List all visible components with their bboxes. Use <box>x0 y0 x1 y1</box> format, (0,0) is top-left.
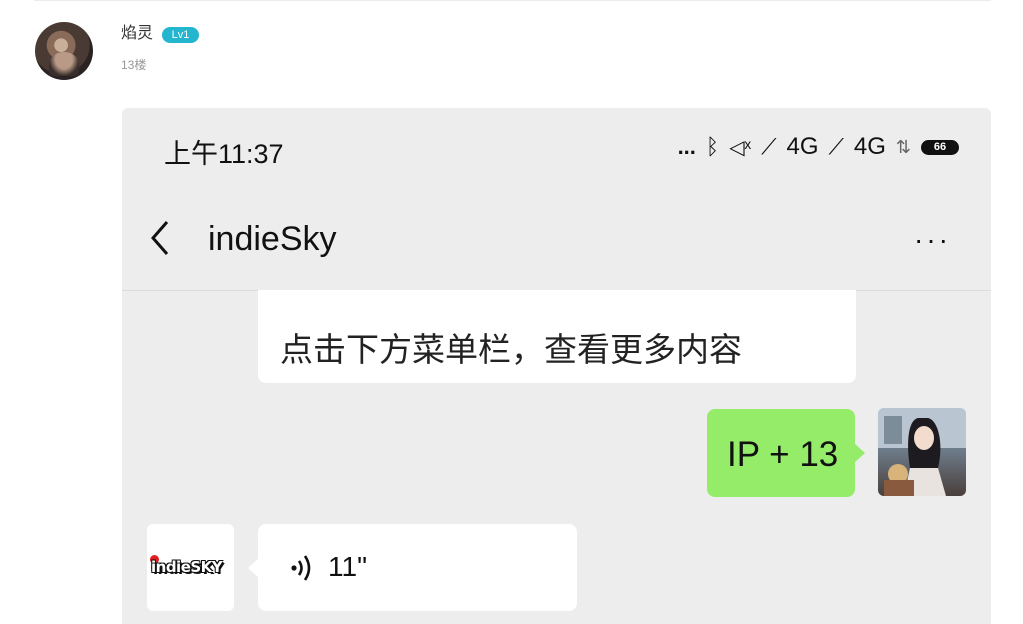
system-message-text: 点击下方菜单栏，查看更多内容 <box>280 331 742 368</box>
more-options-icon[interactable]: ··· <box>914 226 951 254</box>
floor-number: 13楼 <box>121 58 147 72</box>
top-divider <box>34 0 991 1</box>
chat-screenshot: 上午11:37 ... ᛒ ◁ˣ ⟋ 4G ⟋ 4G ⇅ 66 indieSky… <box>122 108 991 624</box>
sender-avatar-art <box>878 408 966 496</box>
sender-avatar[interactable] <box>878 408 966 496</box>
chat-title: indieSky <box>208 220 337 258</box>
network-4g-label-2: 4G <box>853 133 886 160</box>
system-message-bubble: 点击下方菜单栏，查看更多内容 <box>258 290 856 383</box>
status-time: 上午11:37 <box>164 139 284 169</box>
username[interactable]: 焰灵 <box>121 24 153 44</box>
sent-message-text: IP + 13 <box>727 435 839 474</box>
network-4g-label: 4G <box>786 133 819 160</box>
more-dots-icon: ... <box>677 134 696 159</box>
bot-avatar[interactable]: indieSKY <box>147 524 234 611</box>
bot-logo: indieSKY <box>151 558 223 576</box>
data-arrows-icon: ⇅ <box>895 136 911 157</box>
voice-message-bubble[interactable]: 11" <box>248 524 577 611</box>
battery-icon: 66 <box>921 139 959 155</box>
user-avatar[interactable] <box>35 22 93 80</box>
voice-duration: 11" <box>328 551 368 582</box>
status-icons: ... ᛒ ◁ˣ ⟋ 4G ⟋ 4G ⇅ 66 <box>678 133 959 161</box>
vibrate-icon: ◁ˣ <box>729 136 752 159</box>
level-badge: Lv1 <box>162 27 199 43</box>
back-icon[interactable] <box>150 220 170 256</box>
bluetooth-icon: ᛒ <box>705 134 720 159</box>
voice-wave-icon <box>291 555 311 581</box>
signal-icon: ⟋ <box>761 134 777 159</box>
sent-message-bubble[interactable]: IP + 13 <box>707 409 865 497</box>
signal-icon-2: ⟋ <box>828 134 844 159</box>
